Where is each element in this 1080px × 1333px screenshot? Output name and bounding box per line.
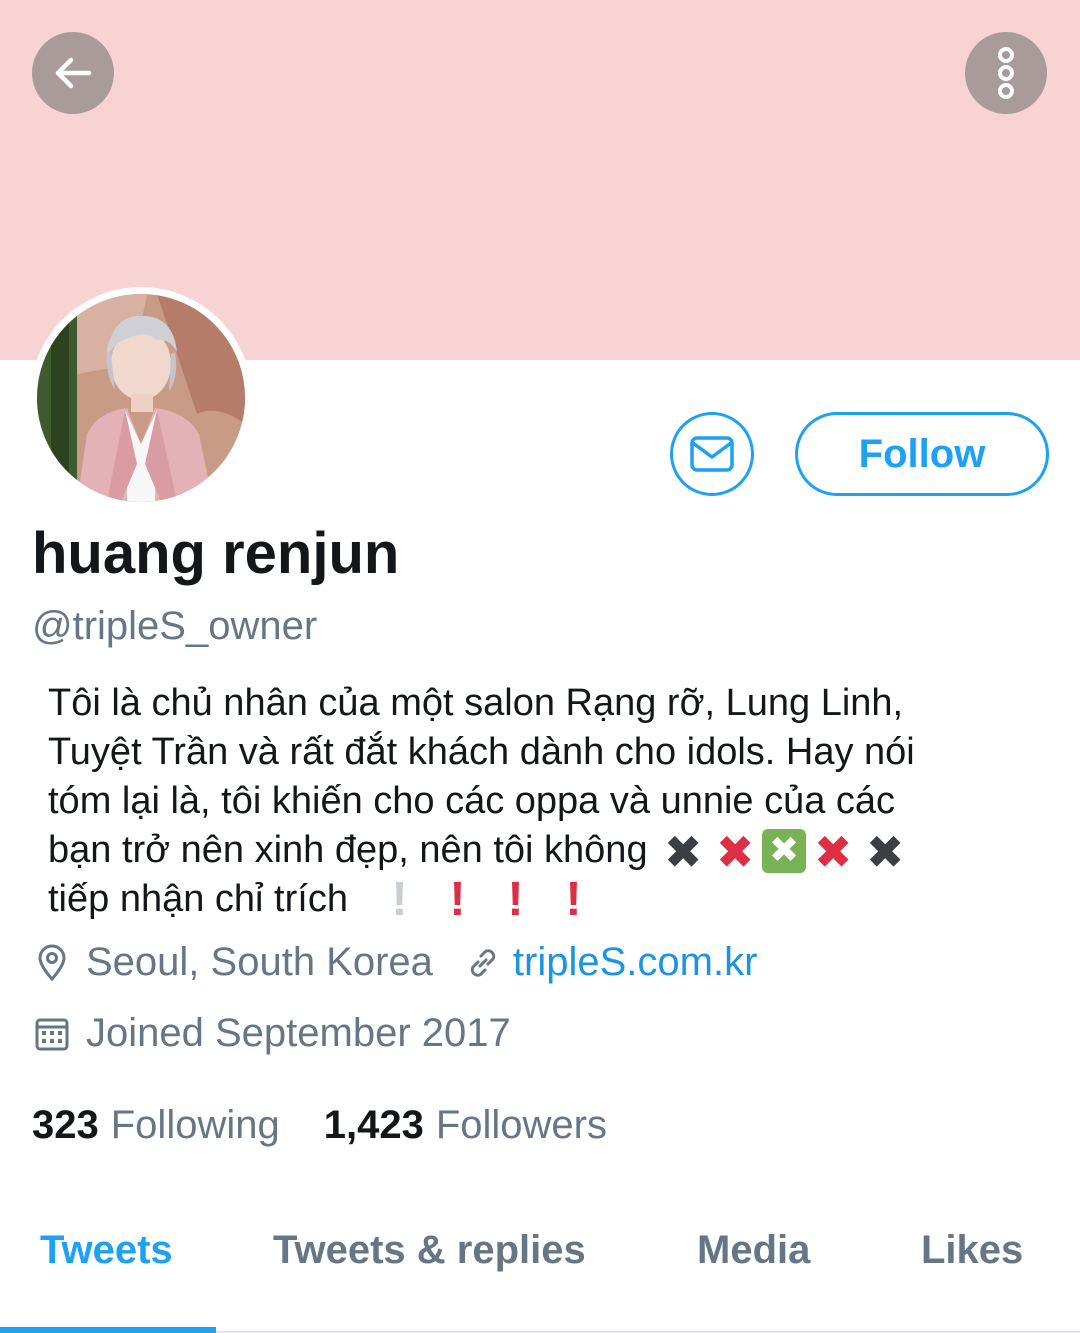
cross-emoji-group: ✖ ✖ ✖ ✖ ✖	[658, 829, 910, 875]
follow-button[interactable]: Follow	[795, 412, 1049, 496]
display-name: huang renjun	[32, 521, 400, 586]
bio-line: bạn trở nên xinh đẹp, nên tôi không ✖ ✖ …	[48, 826, 1058, 875]
white-exclamation-emoji: !	[391, 873, 408, 926]
message-button[interactable]	[670, 412, 754, 496]
heavy-multiplication-x-emoji: ✖	[865, 825, 905, 879]
follow-button-label: Follow	[858, 431, 986, 476]
profile-bio: Tôi là chủ nhân của một salon Rạng rỡ, L…	[48, 679, 1058, 924]
heavy-multiplication-x-emoji: ✖	[663, 825, 703, 879]
exclamation-emoji-group: ! ! ! !	[371, 876, 603, 924]
active-tab-indicator	[0, 1327, 216, 1333]
avatar-photo	[37, 294, 245, 502]
tab-tweets-and-replies[interactable]: Tweets & replies	[273, 1228, 586, 1273]
link-icon	[463, 943, 503, 983]
arrow-left-icon	[55, 57, 92, 89]
joined-text: Joined September 2017	[86, 1011, 511, 1055]
follow-stats: 323 Following 1,423 Followers	[32, 1103, 607, 1148]
bio-line: tiếp nhận chỉ trích ! ! ! !	[48, 875, 1058, 924]
location-pin-icon	[32, 943, 72, 983]
cross-mark-emoji: ✖	[715, 825, 755, 879]
cross-mark-emoji: ✖	[813, 825, 853, 879]
following-stat[interactable]: 323 Following	[32, 1103, 280, 1148]
following-count: 323	[32, 1103, 99, 1147]
back-button[interactable]	[32, 32, 114, 114]
joined-row: Joined September 2017	[32, 1011, 511, 1056]
more-vertical-icon	[998, 47, 1014, 99]
followers-count: 1,423	[323, 1103, 424, 1147]
user-handle: @tripleS_owner	[32, 604, 318, 648]
website-link[interactable]: tripleS.com.kr	[513, 940, 758, 985]
red-exclamation-emoji: !	[507, 873, 524, 926]
avatar[interactable]	[30, 287, 252, 509]
tab-likes[interactable]: Likes	[921, 1228, 1023, 1273]
bio-line: tóm lại là, tôi khiến cho các oppa và un…	[48, 780, 896, 822]
bio-line-text: tiếp nhận chỉ trích	[48, 878, 348, 920]
envelope-icon	[690, 436, 734, 472]
more-options-button[interactable]	[965, 32, 1047, 114]
red-exclamation-emoji: !	[449, 873, 466, 926]
calendar-icon	[32, 1014, 72, 1054]
profile-tabs: Tweets Tweets & replies Media Likes	[0, 1200, 1080, 1333]
bio-line-text: bạn trở nên xinh đẹp, nên tôi không	[48, 829, 648, 871]
location-text: Seoul, South Korea	[86, 940, 433, 984]
bio-line: Tuyệt Trần và rất đắt khách dành cho ido…	[48, 731, 915, 773]
tab-media[interactable]: Media	[697, 1228, 810, 1273]
following-label: Following	[110, 1103, 280, 1147]
bio-line: Tôi là chủ nhân của một salon Rạng rỡ, L…	[48, 682, 904, 724]
red-exclamation-emoji: !	[565, 873, 582, 926]
followers-stat[interactable]: 1,423 Followers	[324, 1103, 607, 1148]
tab-tweets[interactable]: Tweets	[40, 1228, 173, 1273]
location-website-row: Seoul, South Korea tripleS.com.kr	[32, 940, 757, 985]
followers-label: Followers	[435, 1103, 607, 1147]
negative-squared-cross-emoji: ✖	[762, 829, 807, 873]
